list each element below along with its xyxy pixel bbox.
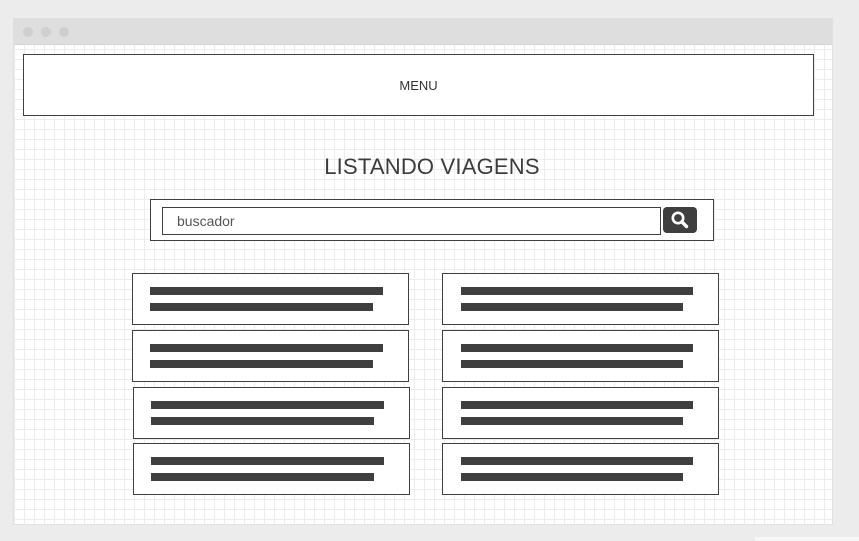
page-title: LISTANDO VIAGENS	[324, 154, 540, 179]
browser-window: MENU LISTANDO VIAGENS	[13, 18, 833, 525]
list-item-subtitle-placeholder	[150, 303, 373, 311]
list-item[interactable]	[133, 387, 410, 439]
list-item-subtitle-placeholder	[461, 303, 683, 311]
list-item[interactable]	[132, 273, 409, 325]
window-close-dot[interactable]	[23, 27, 33, 37]
list-item[interactable]	[442, 443, 719, 495]
menu-bar[interactable]: MENU	[23, 54, 814, 116]
menu-label: MENU	[399, 77, 438, 93]
list-item-subtitle-placeholder	[151, 473, 374, 481]
search-input[interactable]	[162, 207, 661, 235]
window-minimize-dot[interactable]	[41, 27, 51, 37]
list-item[interactable]	[132, 330, 409, 382]
list-item[interactable]	[442, 273, 719, 325]
window-titlebar	[14, 19, 832, 45]
list-item-title-placeholder	[461, 401, 693, 409]
search-container	[150, 199, 714, 241]
list-item-title-placeholder	[461, 344, 693, 352]
window-maximize-dot[interactable]	[59, 27, 69, 37]
list-item-subtitle-placeholder	[150, 360, 373, 368]
list-item[interactable]	[442, 330, 719, 382]
list-item-title-placeholder	[151, 457, 384, 465]
list-item-title-placeholder	[461, 457, 693, 465]
search-button[interactable]	[663, 207, 697, 233]
list-item-subtitle-placeholder	[151, 417, 374, 425]
list-item-title-placeholder	[150, 287, 383, 295]
list-item-title-placeholder	[151, 401, 384, 409]
list-item[interactable]	[133, 443, 410, 495]
page-edge-shadow	[755, 537, 859, 541]
list-item[interactable]	[442, 387, 719, 439]
list-item-subtitle-placeholder	[461, 360, 683, 368]
search-icon	[671, 211, 689, 229]
list-item-title-placeholder	[461, 287, 693, 295]
list-item-subtitle-placeholder	[461, 473, 683, 481]
list-item-subtitle-placeholder	[461, 417, 683, 425]
list-item-title-placeholder	[150, 344, 383, 352]
